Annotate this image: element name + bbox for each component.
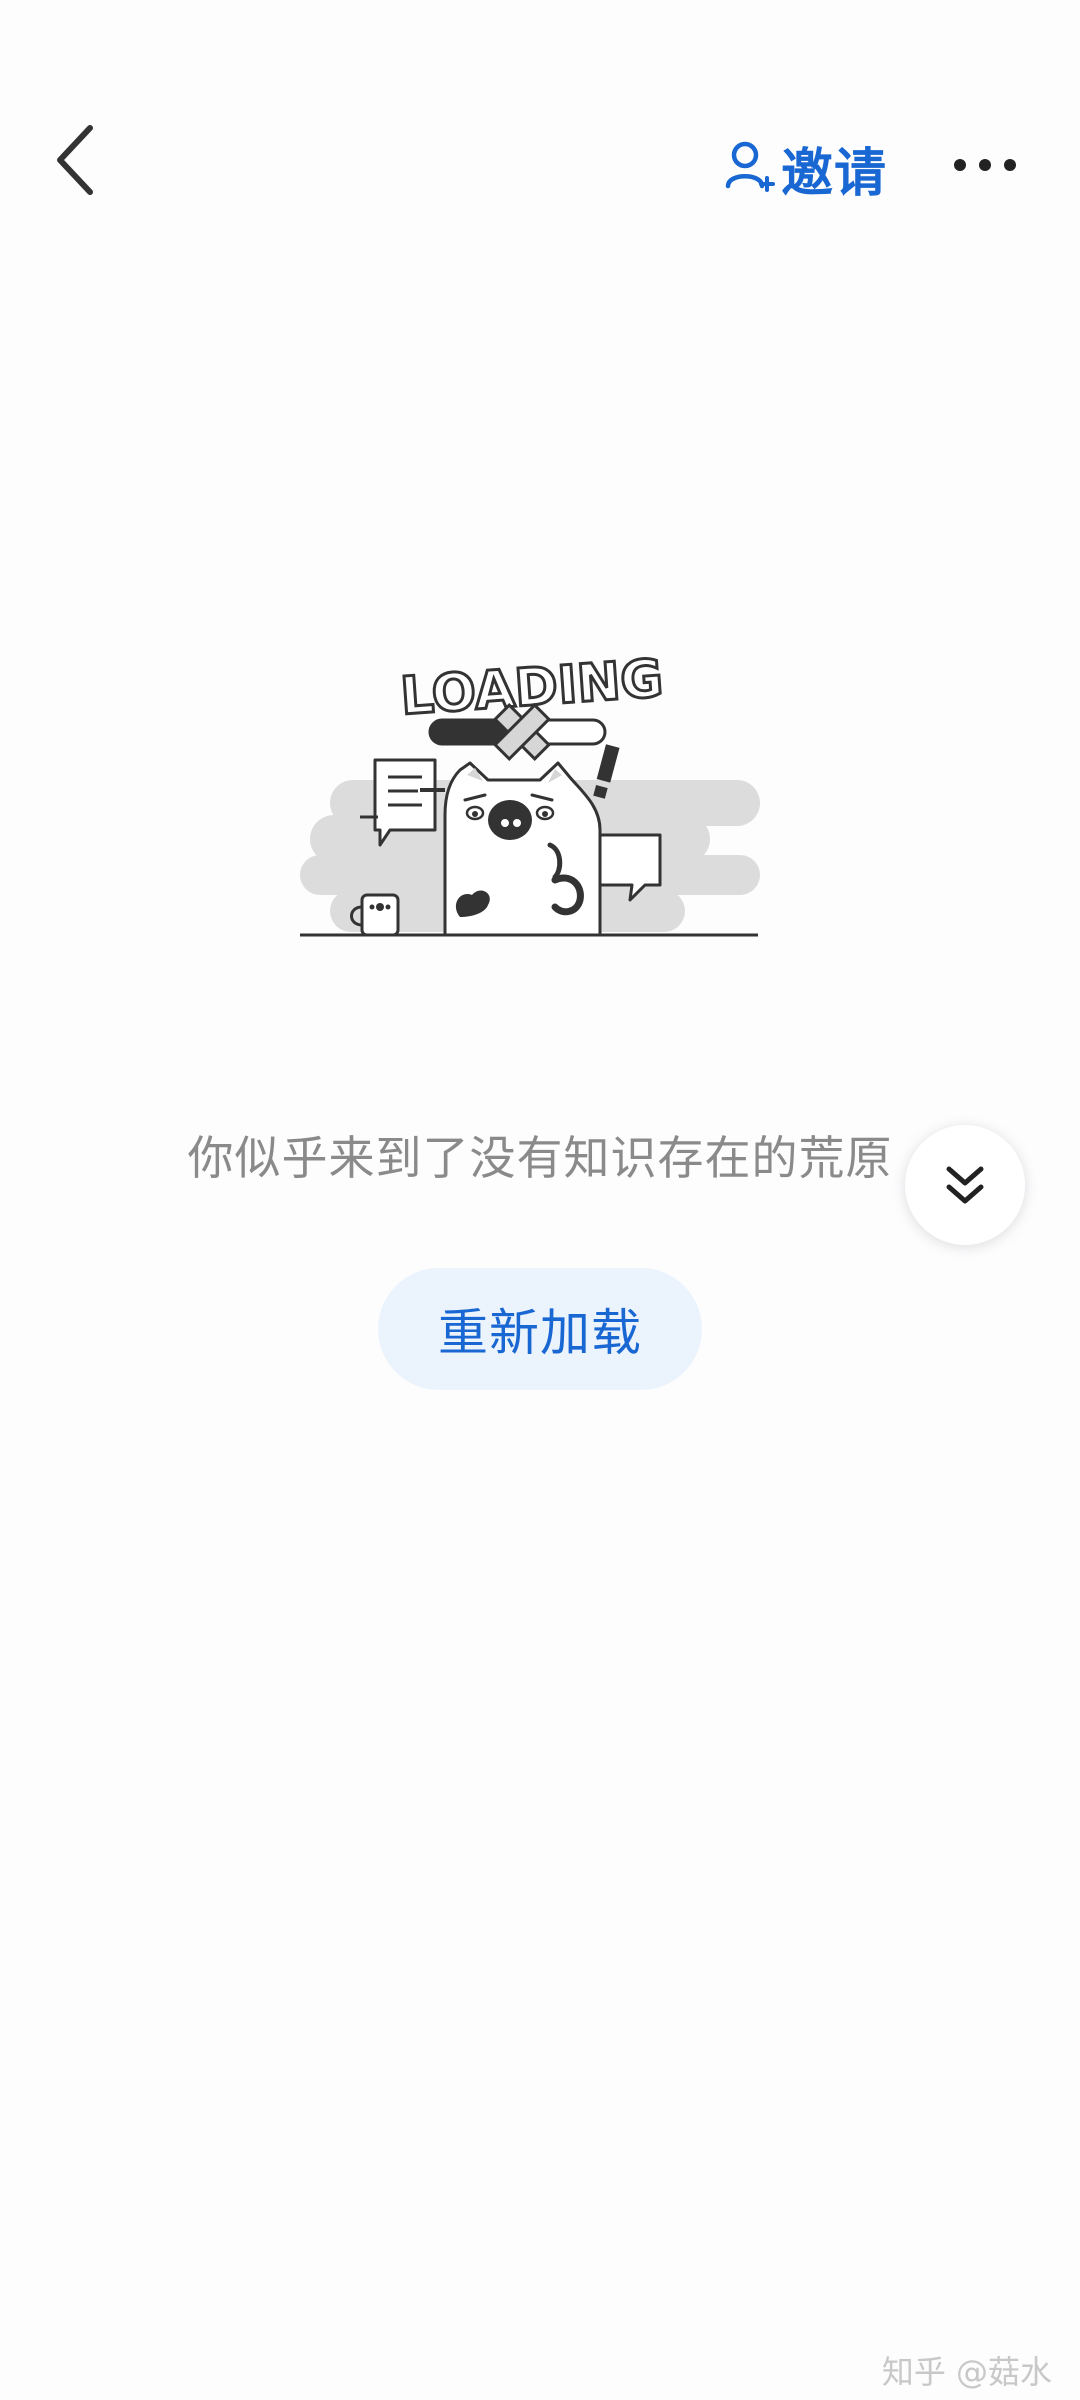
invite-label: 邀请 — [781, 143, 888, 204]
back-button[interactable] — [40, 115, 110, 205]
loading-error-illustration: LOADING — [300, 647, 760, 937]
add-user-icon — [725, 141, 775, 192]
double-chevron-down-icon — [946, 1166, 984, 1204]
reload-button[interactable]: 重新加载 — [378, 1268, 702, 1390]
more-button[interactable] — [945, 135, 1025, 195]
invite-button[interactable]: 邀请 — [725, 128, 887, 208]
top-bar: 邀请 — [0, 0, 1080, 250]
watermark: 知乎 @菇水 — [881, 2353, 1052, 2391]
chevron-left-icon — [57, 125, 93, 195]
cat-character — [443, 761, 602, 937]
scroll-down-button[interactable] — [905, 1125, 1025, 1245]
more-horizontal-icon — [954, 159, 1016, 171]
